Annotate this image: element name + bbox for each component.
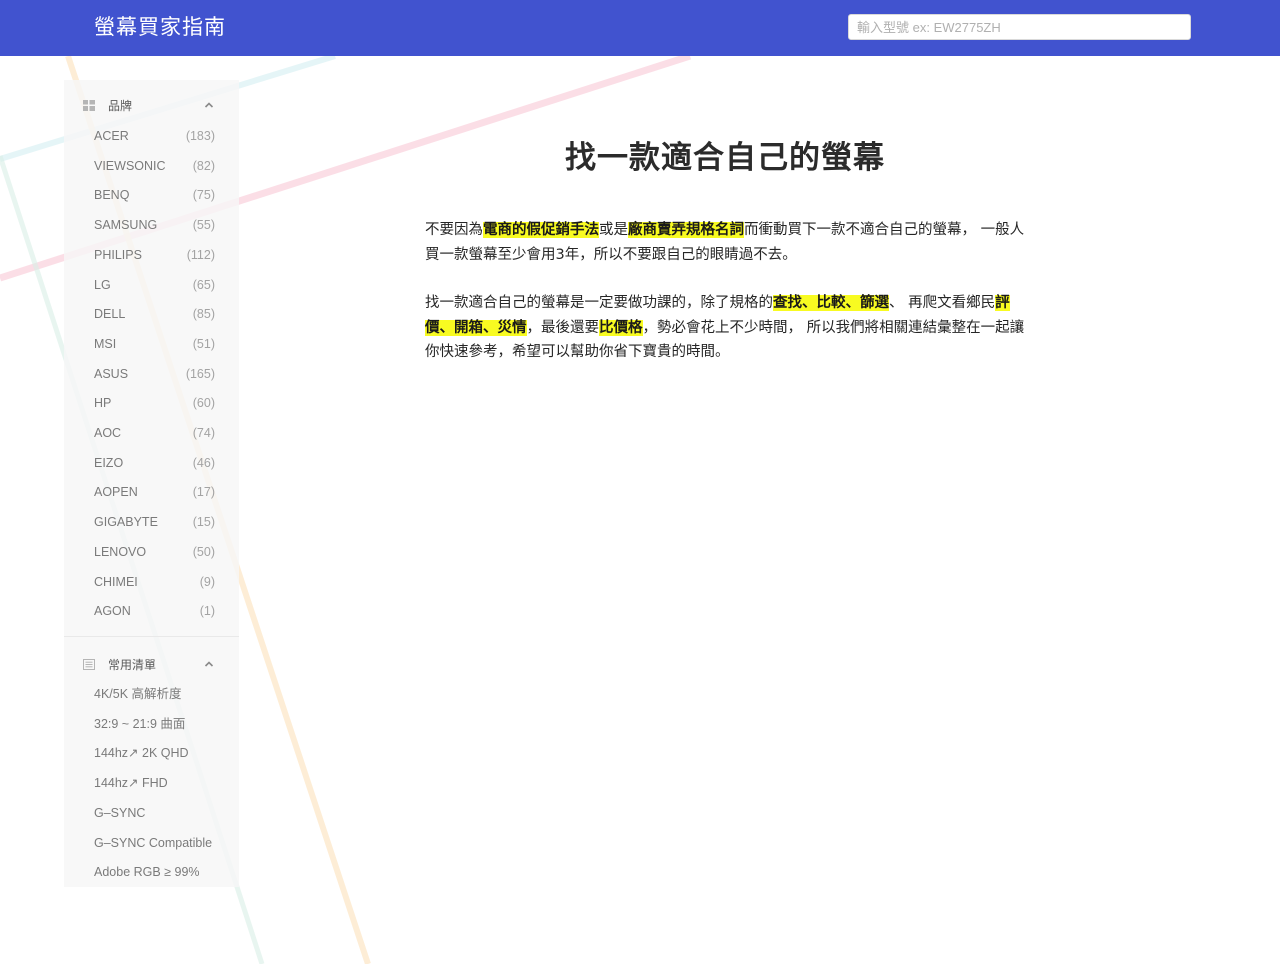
text-segment: 不要因為 [425,222,483,238]
brand-count: (85) [192,307,215,322]
brand-count: (165) [185,366,215,381]
list-item-label: 144hz↗ 2K QHD [94,746,189,761]
brand-count: (82) [192,158,215,173]
highlight-text: 查找、比較、篩選 [773,295,889,311]
lists-section-title: 常用清單 [108,658,157,672]
brand-count: (74) [192,426,215,440]
brand-name: VIEWSONIC [94,158,166,173]
top-header: 螢幕買家指南 [0,0,1280,56]
brand-item-philips[interactable]: PHILIPS (112) [64,243,239,267]
text-segment: ，最後還要 [526,319,600,336]
brand-count: (65) [192,277,215,292]
brand-name: SAMSUNG [94,218,158,233]
brand-name: ASUS [94,366,129,381]
brand-count: (50) [192,544,215,559]
brand-name: BENQ [94,188,130,203]
list-item-gsync[interactable]: G–SYNC [64,801,239,825]
brand-item-aoc[interactable]: AOC (74) [64,421,239,445]
brand-item-asus[interactable]: ASUS (165) [64,362,239,386]
text-segment: 或是 [599,222,628,238]
brand-name: AOPEN [94,485,138,500]
highlight-text: 電商的假促銷手法 [483,222,599,238]
brand-count: (1) [199,604,215,619]
brand-name: PHILIPS [94,247,142,262]
brand-item-aopen[interactable]: AOPEN (17) [64,480,239,504]
brand-item-samsung[interactable]: SAMSUNG (55) [64,213,239,237]
grid-icon [83,100,95,111]
brand-name: EIZO [94,455,124,470]
brand-name: HP [94,396,112,411]
brand-name: GIGABYTE [94,515,158,530]
list-item-label: 32:9 ~ 21:9 曲面 [94,716,186,731]
list-item-gsync-compatible[interactable]: G–SYNC Compatible [64,831,239,855]
brand-name: AOC [94,426,122,440]
highlight-text: 比價格 [599,319,643,336]
brand-count: (183) [185,129,215,143]
page: 螢幕買家指南 品牌 ACER (183) VIEWSONIC (82) [0,0,1280,964]
brand-name: ACER [94,129,129,143]
list-icon [83,659,95,670]
lists-section-header[interactable]: 常用清單 [64,653,239,677]
highlight-text: 廠商賣弄規格名詞 [628,222,744,238]
main-content: 找一款適合自己的螢幕 不要因為電商的假促銷手法或是廠商賣弄規格名詞而衝動買下一款… [425,120,1025,365]
brand-item-lenovo[interactable]: LENOVO (50) [64,540,239,564]
brand-item-gigabyte[interactable]: GIGABYTE (15) [64,510,239,534]
intro-paragraph-2: 找一款適合自己的螢幕是一定要做功課的，除了規格的查找、比較、篩選、 再爬文看鄉民… [425,291,1025,365]
brand-item-chimei[interactable]: CHIMEI (9) [64,570,239,594]
intro-paragraph-1: 不要因為電商的假促銷手法或是廠商賣弄規格名詞而衝動買下一款不適合自己的螢幕， 一… [425,218,1025,267]
list-item-4k-5k[interactable]: 4K/5K 高解析度 [64,682,239,706]
brand-item-acer[interactable]: ACER (183) [64,124,239,148]
brand-item-hp[interactable]: HP (60) [64,391,239,415]
brand-name: MSI [94,336,117,351]
brand-count: (15) [192,515,215,530]
brand-name: LG [94,277,111,292]
sidebar: 品牌 ACER (183) VIEWSONIC (82) BENQ (75) S… [64,80,239,887]
brand-count: (9) [199,574,215,589]
brand-name: AGON [94,604,131,619]
brand-name: LENOVO [94,544,147,559]
brands-section-header[interactable]: 品牌 [64,94,239,118]
brand-item-eizo[interactable]: EIZO (46) [64,451,239,475]
brand-item-dell[interactable]: DELL (85) [64,302,239,326]
model-search-input[interactable] [848,14,1191,40]
brand-item-agon[interactable]: AGON (1) [64,599,239,623]
brand-item-lg[interactable]: LG (65) [64,273,239,297]
list-item-label: Adobe RGB ≥ 99% [94,865,200,880]
site-title[interactable]: 螢幕買家指南 [94,12,226,42]
chevron-up-icon[interactable] [204,101,214,109]
brand-count: (51) [192,336,215,351]
list-item-label: G–SYNC [94,805,146,820]
list-item-label: G–SYNC Compatible [94,835,213,850]
brand-count: (75) [192,188,215,203]
list-item-144hz-qhd[interactable]: 144hz↗ 2K QHD [64,741,239,765]
list-item-adobe-rgb[interactable]: Adobe RGB ≥ 99% [64,860,239,884]
chevron-up-icon[interactable] [204,660,214,668]
page-title: 找一款適合自己的螢幕 [565,140,885,176]
brand-name: CHIMEI [94,574,138,589]
brand-name: DELL [94,307,126,322]
text-segment: 找一款適合自己的螢幕是一定要做功課的，除了規格的 [425,295,773,311]
brand-count: (60) [192,396,215,411]
list-item-label: 144hz↗ FHD [94,776,168,791]
brand-item-msi[interactable]: MSI (51) [64,332,239,356]
sidebar-divider [64,636,239,637]
brand-count: (112) [186,247,215,262]
brand-count: (17) [192,485,215,500]
text-segment: 、 再爬文看鄉民 [889,295,996,311]
brand-count: (55) [192,218,215,233]
brand-count: (46) [192,455,215,470]
brand-item-viewsonic[interactable]: VIEWSONIC (82) [64,154,239,178]
list-item-label: 4K/5K 高解析度 [94,687,182,701]
brand-item-benq[interactable]: BENQ (75) [64,183,239,207]
list-item-ultrawide-curved[interactable]: 32:9 ~ 21:9 曲面 [64,712,239,736]
brands-section-title: 品牌 [108,99,133,113]
list-item-144hz-fhd[interactable]: 144hz↗ FHD [64,771,239,795]
